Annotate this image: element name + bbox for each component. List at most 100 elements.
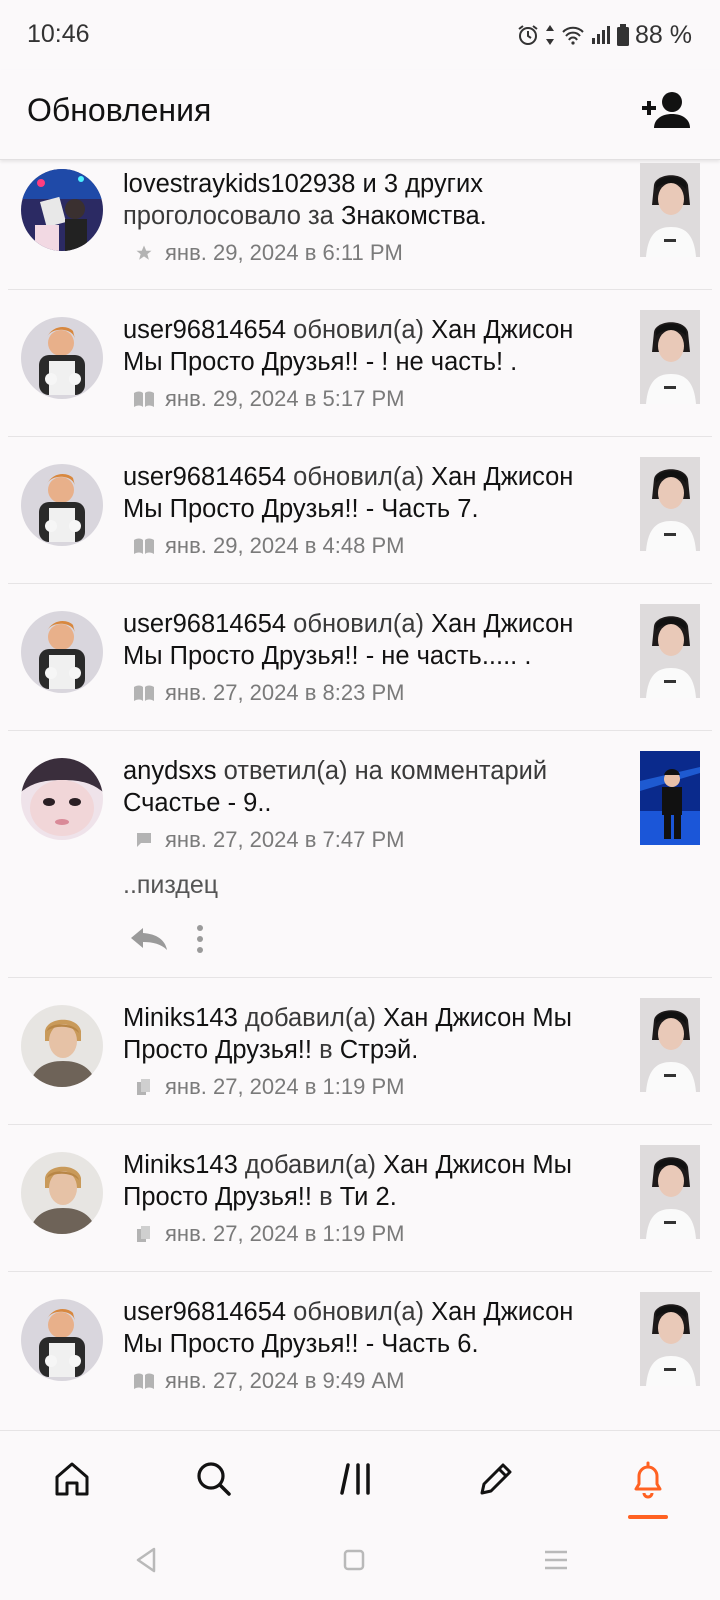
star-icon [133, 243, 155, 263]
status-time: 10:46 [27, 20, 90, 48]
timestamp: янв. 29, 2024 в 6:11 PM [165, 240, 403, 265]
nav-search[interactable] [192, 1457, 236, 1501]
list-icon [133, 1077, 155, 1097]
list-icon [133, 1224, 155, 1244]
comment-excerpt: ..пиздец [123, 871, 219, 899]
timestamp-row: янв. 27, 2024 в 1:19 PM [123, 1221, 618, 1247]
bottom-nav [0, 1430, 720, 1520]
avatar[interactable] [21, 1005, 103, 1087]
avatar[interactable] [21, 169, 103, 251]
comment-icon [133, 830, 155, 850]
timestamp: янв. 27, 2024 в 7:47 PM [165, 827, 405, 852]
nav-notifications[interactable] [626, 1457, 670, 1501]
data-transfer-icon [546, 25, 555, 45]
update-text: user96814654 обновил(а) Хан Джисон Мы Пр… [123, 1298, 574, 1358]
updates-feed: lovestraykids102938 и 3 других проголосо… [0, 160, 720, 1430]
list-link[interactable]: Ти 2 [340, 1183, 390, 1211]
notifications-icon [634, 1461, 662, 1499]
target-link[interactable]: Счастье - 9. [123, 789, 264, 817]
recents-button[interactable] [543, 1546, 573, 1574]
update-text: user96814654 обновил(а) Хан Джисон Мы Пр… [123, 463, 574, 523]
library-icon [340, 1463, 370, 1495]
story-cover[interactable] [640, 457, 700, 551]
avatar[interactable] [21, 464, 103, 546]
status-icons: 88 % [517, 20, 692, 50]
actor-name[interactable]: Miniks143 [123, 1151, 238, 1179]
timestamp: янв. 27, 2024 в 1:19 PM [165, 1074, 405, 1099]
more-options-icon[interactable] [195, 924, 205, 959]
signal-icon [592, 26, 611, 44]
book-icon [133, 1371, 155, 1391]
book-icon [133, 389, 155, 409]
actor-name[interactable]: user96814654 [123, 610, 286, 638]
story-cover[interactable] [640, 751, 700, 845]
actor-name[interactable]: Miniks143 [123, 1004, 238, 1032]
timestamp-row: янв. 27, 2024 в 1:19 PM [123, 1074, 618, 1100]
timestamp-row: янв. 29, 2024 в 4:48 PM [123, 533, 618, 559]
alarm-icon [518, 25, 538, 45]
timestamp: янв. 29, 2024 в 4:48 PM [165, 533, 405, 558]
list-link[interactable]: Стрэй [340, 1036, 412, 1064]
list-item[interactable]: anydsxs ответил(а) на комментарий Счасть… [8, 731, 712, 978]
story-cover[interactable] [640, 604, 700, 698]
timestamp-row: янв. 27, 2024 в 9:49 AM [123, 1368, 618, 1394]
update-text: Miniks143 добавил(а) Хан Джисон Мы Прост… [123, 1004, 572, 1064]
home-icon [55, 1462, 89, 1496]
home-system-button[interactable] [342, 1546, 372, 1574]
active-tab-indicator [628, 1515, 668, 1519]
timestamp: янв. 29, 2024 в 5:17 PM [165, 386, 405, 411]
update-text: lovestraykids102938 и 3 других проголосо… [123, 170, 487, 230]
avatar[interactable] [21, 1299, 103, 1381]
update-text: Miniks143 добавил(а) Хан Джисон Мы Прост… [123, 1151, 572, 1211]
back-button[interactable] [134, 1546, 164, 1574]
timestamp-row: янв. 29, 2024 в 6:11 PM [123, 240, 618, 266]
list-item[interactable]: user96814654 обновил(а) Хан Джисон Мы Пр… [8, 584, 712, 731]
app-bar: Обновления [0, 70, 720, 160]
timestamp: янв. 27, 2024 в 1:19 PM [165, 1221, 405, 1246]
actor-name[interactable]: user96814654 [123, 463, 286, 491]
comment-actions [129, 924, 618, 959]
list-item[interactable]: lovestraykids102938 и 3 других проголосо… [8, 160, 712, 290]
story-cover[interactable] [640, 310, 700, 404]
list-item[interactable]: Miniks143 добавил(а) Хан Джисон Мы Прост… [8, 1125, 712, 1272]
actor-name[interactable]: lovestraykids102938 и 3 других [123, 170, 483, 198]
timestamp: янв. 27, 2024 в 8:23 PM [165, 680, 405, 705]
list-item[interactable]: user96814654 обновил(а) Хан Джисон Мы Пр… [8, 290, 712, 437]
timestamp-row: янв. 29, 2024 в 5:17 PM [123, 386, 618, 412]
story-cover[interactable] [640, 1292, 700, 1386]
story-cover[interactable] [640, 1145, 700, 1239]
avatar[interactable] [21, 611, 103, 693]
list-item[interactable]: Miniks143 добавил(а) Хан Джисон Мы Прост… [8, 978, 712, 1125]
story-cover[interactable] [640, 163, 700, 257]
avatar[interactable] [21, 758, 103, 840]
nav-write[interactable] [474, 1457, 518, 1501]
update-text: anydsxs ответил(а) на комментарий Счасть… [123, 757, 548, 817]
battery-percent: 88 % [635, 20, 692, 49]
avatar[interactable] [21, 317, 103, 399]
timestamp-row: янв. 27, 2024 в 8:23 PM [123, 680, 618, 706]
actor-name[interactable]: anydsxs [123, 757, 217, 785]
page-title: Обновления [27, 92, 212, 128]
nav-home[interactable] [50, 1457, 94, 1501]
timestamp-row: янв. 27, 2024 в 7:47 PM [123, 827, 618, 853]
battery-icon [617, 24, 630, 46]
menu-lines-icon [545, 1550, 567, 1570]
update-text: user96814654 обновил(а) Хан Джисон Мы Пр… [123, 316, 574, 376]
list-item[interactable]: user96814654 обновил(а) Хан Джисон Мы Пр… [8, 437, 712, 584]
status-bar: 10:46 88 % [0, 0, 720, 70]
actor-name[interactable]: user96814654 [123, 1298, 286, 1326]
add-friend-button[interactable] [642, 90, 692, 130]
update-text: user96814654 обновил(а) Хан Джисон Мы Пр… [123, 610, 574, 670]
wifi-icon [562, 26, 584, 45]
timestamp: янв. 27, 2024 в 9:49 AM [165, 1368, 405, 1393]
reply-icon[interactable] [129, 926, 169, 957]
book-icon [133, 536, 155, 556]
story-cover[interactable] [640, 998, 700, 1092]
target-link[interactable]: Знакомства [341, 202, 480, 230]
list-item[interactable]: user96814654 обновил(а) Хан Джисон Мы Пр… [8, 1272, 712, 1419]
nav-library[interactable] [334, 1457, 378, 1501]
add-person-icon [642, 92, 690, 128]
write-icon [480, 1463, 512, 1495]
actor-name[interactable]: user96814654 [123, 316, 286, 344]
avatar[interactable] [21, 1152, 103, 1234]
